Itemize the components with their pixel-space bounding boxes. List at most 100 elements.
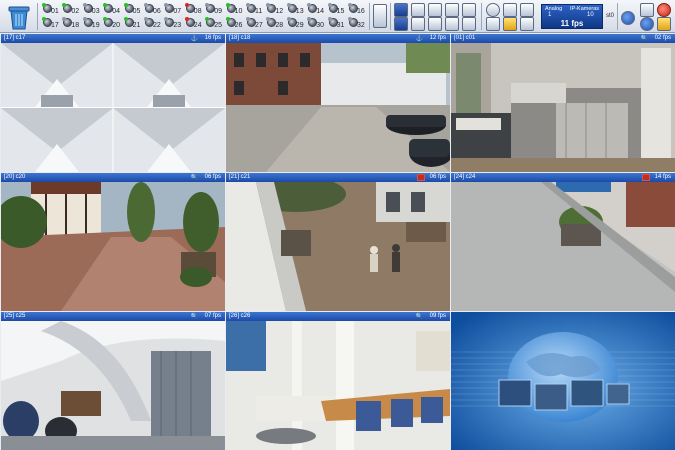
camera-button[interactable]: 29	[286, 17, 305, 31]
camera-status-icon	[348, 3, 352, 7]
camera-title-bar: [24] c24 14 fps	[451, 173, 675, 182]
camera-button[interactable]: 09	[205, 3, 223, 17]
layout-5x5-icon[interactable]	[445, 17, 459, 31]
camera-title-bar: [01] c01 🔍 02 fps	[451, 34, 675, 43]
camera-button[interactable]: 27	[246, 17, 264, 31]
ip-cameras-label: IP-Kameras	[570, 6, 600, 12]
camera-title: [24] c24	[454, 174, 476, 180]
camera-fps: 09 fps	[429, 313, 446, 319]
window-icon[interactable]	[462, 17, 476, 31]
camera-button-number: 25	[214, 22, 222, 29]
camera-button-number: 27	[255, 22, 263, 29]
camera-view-c25[interactable]: [25] c25 🔍 07 fps	[1, 312, 225, 450]
camera-view-c20[interactable]: [20] c20 🔍 06 fps	[1, 173, 225, 311]
separator	[617, 3, 618, 30]
fullscreen-icon[interactable]	[462, 3, 476, 17]
camera-button[interactable]: 05	[123, 3, 142, 17]
minimize-window-icon[interactable]	[640, 3, 654, 17]
camera-status-icon	[82, 17, 87, 21]
camera-view-c21[interactable]: [21] c21 06 fps	[226, 173, 450, 311]
camera-button[interactable]: 06	[144, 3, 162, 17]
camera-button[interactable]: 23	[164, 17, 182, 31]
camera-button[interactable]: 32	[348, 17, 366, 31]
layout-4x4-icon[interactable]	[445, 3, 459, 17]
camera-title: [21] c21	[229, 174, 251, 180]
camera-fps: 02 fps	[654, 35, 671, 41]
camera-fps: 14 fps	[654, 174, 671, 180]
settings-icon[interactable]	[486, 3, 500, 17]
camera-button-number: 02	[71, 8, 80, 15]
camera-fps: 16 fps	[204, 35, 221, 41]
camera-button-number: 17	[51, 22, 59, 29]
screen-icon[interactable]	[520, 17, 534, 31]
camera-button[interactable]: 01	[42, 3, 60, 17]
camera-button[interactable]: 31	[327, 17, 346, 31]
alarm-icon[interactable]	[503, 17, 517, 31]
camera-button[interactable]: 24	[184, 17, 203, 31]
recording-indicator-icon	[642, 174, 650, 181]
camera-view-c17[interactable]: [17] c17 ⚓ 16 fps	[1, 34, 225, 172]
camera-button-number: 13	[295, 8, 304, 15]
camera-button[interactable]: 03	[82, 3, 101, 17]
camera-button[interactable]: 13	[286, 3, 305, 17]
camera-button[interactable]: 17	[42, 17, 60, 31]
camera-title: [01] c01	[454, 35, 476, 41]
camera-button[interactable]: 10	[225, 3, 244, 17]
camera-button[interactable]: 04	[103, 3, 121, 17]
camera-button[interactable]: 07	[164, 3, 182, 17]
trash-icon[interactable]	[5, 3, 33, 31]
layout-2x2-icon[interactable]	[411, 3, 425, 17]
camera-button[interactable]: 30	[307, 17, 325, 31]
camera-button[interactable]: 20	[103, 17, 121, 31]
camera-title: [17] c17	[4, 35, 26, 41]
camera-button[interactable]: 11	[246, 3, 264, 17]
network-icon[interactable]	[520, 3, 534, 17]
camera-button[interactable]: 12	[266, 3, 284, 17]
camera-status-icon	[327, 3, 332, 7]
camera-button[interactable]: 26	[225, 17, 244, 31]
layout-1x1-icon[interactable]	[394, 3, 408, 17]
camera-fps: 06 fps	[429, 174, 446, 180]
camera-button-number: 26	[234, 22, 243, 29]
camera-button[interactable]: 14	[307, 3, 325, 17]
camera-button-number: 18	[71, 22, 80, 29]
camera-button[interactable]: 02	[62, 3, 80, 17]
camera-setup-icon[interactable]	[503, 3, 517, 17]
layout-3x3-icon[interactable]	[428, 3, 442, 17]
camera-button-number: 08	[193, 8, 202, 15]
camera-view-c18[interactable]: [18] c18 ⚓ 12 fps	[226, 34, 450, 172]
camera-title: [20] c20	[4, 174, 26, 180]
camera-view-c26[interactable]: [26] c26 🔍 09 fps	[226, 312, 450, 450]
camera-button[interactable]: 15	[327, 3, 346, 17]
archive-icon[interactable]	[373, 4, 387, 28]
camera-button[interactable]: 08	[184, 3, 203, 17]
camera-button[interactable]: 19	[82, 17, 101, 31]
layout-1plus5-icon[interactable]	[394, 17, 408, 31]
layout-2x4-icon[interactable]	[428, 17, 442, 31]
camera-button[interactable]: 25	[205, 17, 223, 31]
camera-button[interactable]: 21	[123, 17, 142, 31]
camera-status-icon	[286, 3, 291, 7]
camera-status-icon	[123, 3, 128, 7]
camera-view-c01[interactable]: [01] c01 🔍 02 fps	[451, 34, 675, 172]
info-icon[interactable]	[640, 17, 654, 31]
camera-status-icon	[184, 17, 189, 21]
message-icon[interactable]	[657, 17, 671, 31]
power-icon[interactable]	[657, 3, 671, 17]
camera-title-bar: [26] c26 🔍 09 fps	[226, 312, 450, 321]
camera-status-icon	[42, 17, 46, 21]
recording-indicator-icon	[417, 174, 425, 181]
camera-button-number: 11	[255, 8, 263, 15]
camera-button-number: 16	[357, 8, 365, 15]
camera-button-number: 14	[316, 8, 324, 15]
help-icon[interactable]	[621, 11, 635, 25]
logo-tile	[451, 312, 675, 450]
layout-1plus7-icon[interactable]	[411, 17, 425, 31]
camera-button[interactable]: 16	[348, 3, 366, 17]
camera-title: [26] c26	[229, 313, 251, 319]
camera-button[interactable]: 28	[266, 17, 284, 31]
camera-button[interactable]: 18	[62, 17, 80, 31]
camera-view-c24[interactable]: [24] c24 14 fps	[451, 173, 675, 311]
camera-button[interactable]: 22	[144, 17, 162, 31]
clock-icon[interactable]	[486, 17, 500, 31]
